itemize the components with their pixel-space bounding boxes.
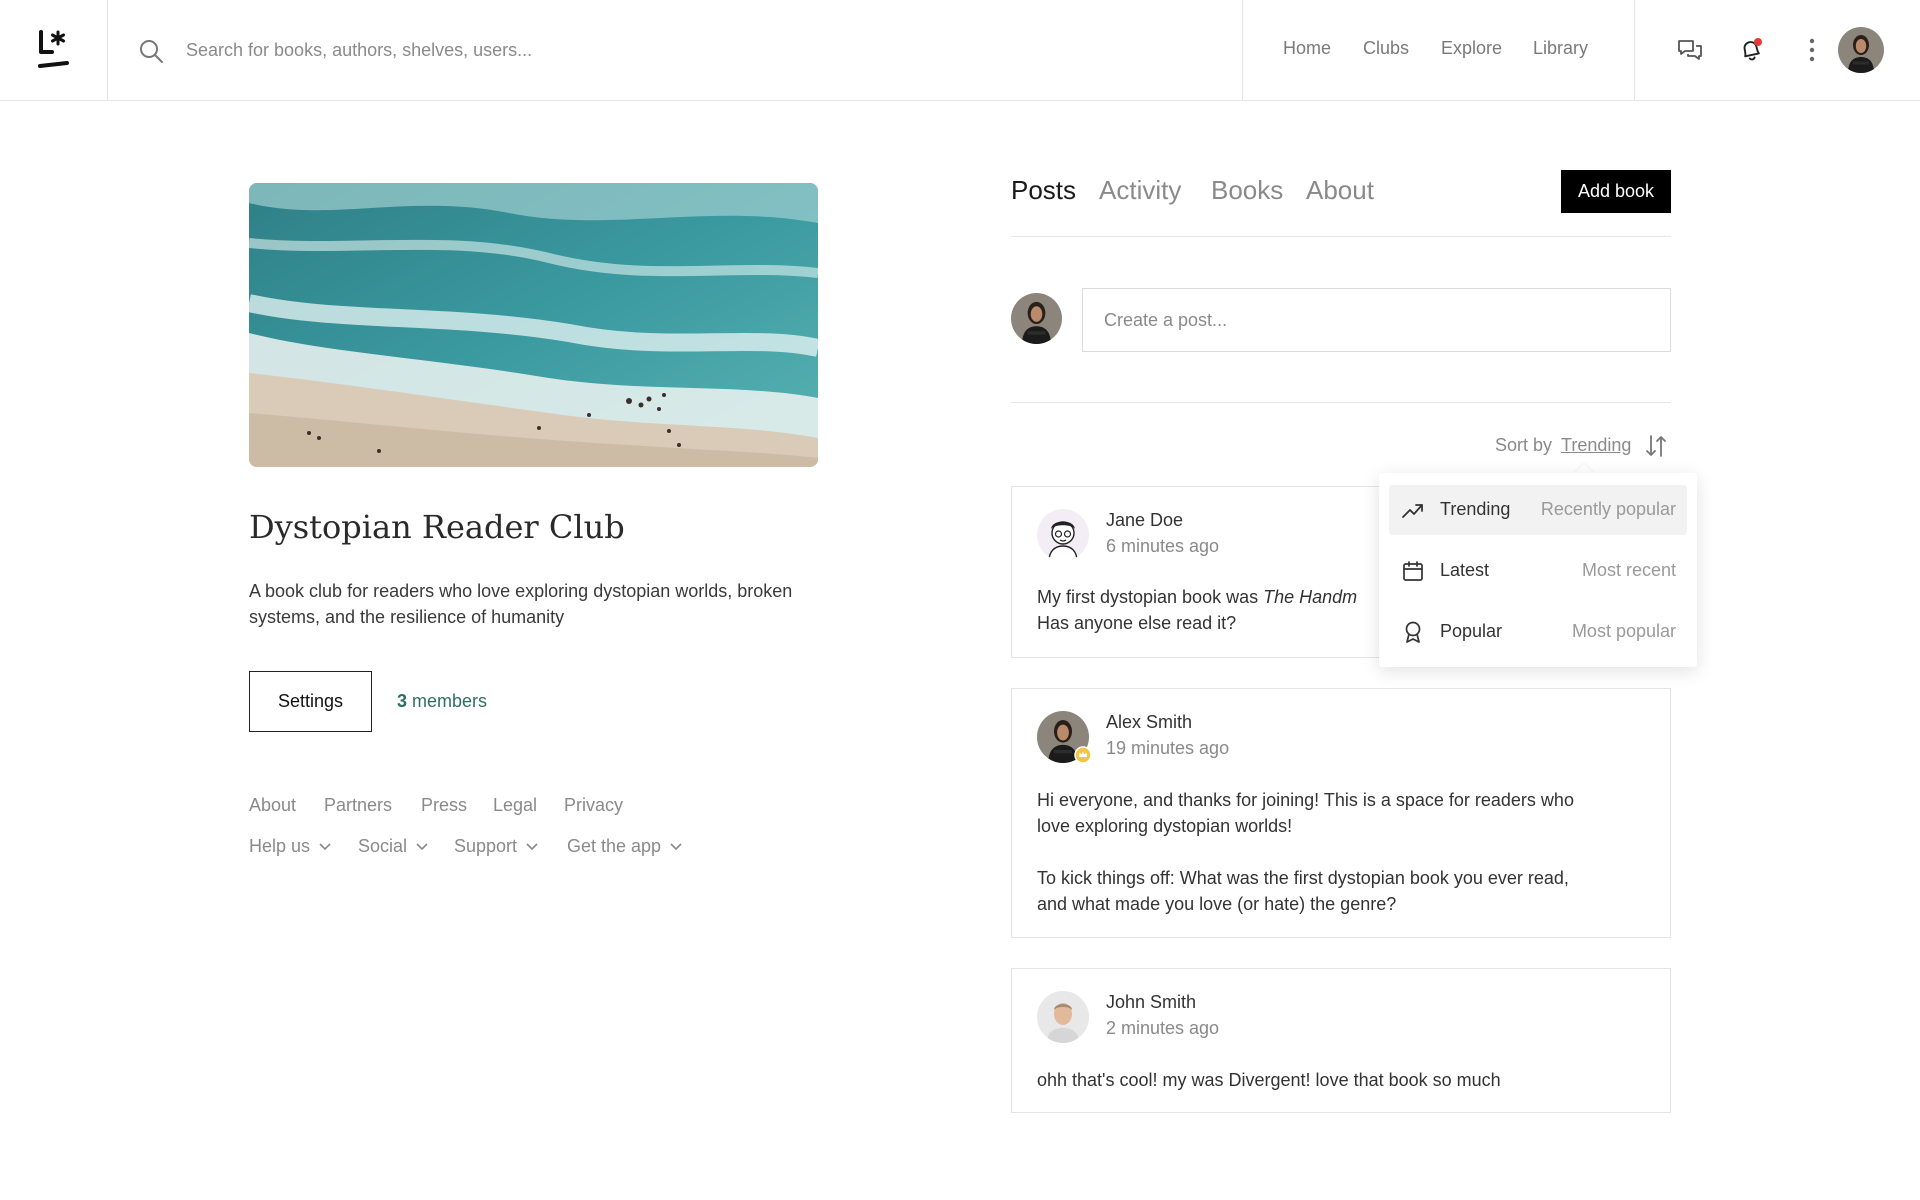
sort-option-hint: Recently popular (1540, 499, 1676, 519)
footer-press[interactable]: Press (421, 795, 467, 816)
top-header: Home Clubs Explore Library (0, 0, 1920, 101)
user-avatar[interactable] (1838, 27, 1884, 73)
footer-support-dropdown[interactable]: Support (454, 836, 539, 857)
footer-help-us-dropdown[interactable]: Help us (249, 836, 332, 857)
nav-clubs[interactable]: Clubs (1363, 38, 1409, 59)
chevron-down-icon (526, 842, 538, 850)
sort-label: Sort by (1495, 435, 1553, 455)
club-cover-image (249, 183, 818, 467)
calendar-icon (1403, 561, 1423, 581)
footer-get-the-app-dropdown[interactable]: Get the app (567, 836, 683, 857)
chevron-down-icon (319, 842, 331, 850)
settings-button[interactable]: Settings (249, 671, 372, 732)
photo-avatar-image (1037, 991, 1089, 1043)
post-body-line: and what made you love (or hate) the gen… (1037, 894, 1397, 914)
post-body-line: Hi everyone, and thanks for joining! Thi… (1037, 790, 1574, 810)
messages-button[interactable] (1674, 34, 1706, 66)
notifications-button[interactable] (1735, 34, 1767, 66)
post-card[interactable]: John Smith 2 minutes ago ohh that's cool… (1011, 968, 1671, 1113)
footer-legal[interactable]: Legal (493, 795, 537, 816)
footer-help-us-label: Help us (249, 836, 311, 856)
add-book-button[interactable]: Add book (1561, 170, 1671, 213)
notification-bell-icon (1743, 38, 1762, 61)
sort-selector[interactable]: Trending (1561, 435, 1631, 456)
search-icon (140, 40, 163, 63)
main-nav: Home Clubs Explore Library (1242, 0, 1635, 100)
post-timestamp: 2 minutes ago (1106, 1018, 1220, 1038)
illustrated-avatar-image (1037, 509, 1089, 561)
tabs-divider (1011, 236, 1671, 237)
members-link[interactable]: 3 members (397, 691, 487, 712)
sort-option-label: Trending (1440, 499, 1511, 519)
members-count: 3 (397, 691, 408, 711)
footer-partners[interactable]: Partners (324, 795, 392, 816)
post-body-line: love exploring dystopian worlds! (1037, 816, 1293, 836)
footer-support-label: Support (454, 836, 518, 856)
trending-up-icon (1402, 504, 1423, 518)
post-timestamp: 6 minutes ago (1106, 536, 1220, 556)
sort-option-trending[interactable]: Trending Recently popular (1389, 485, 1687, 535)
composer-avatar-image (1011, 293, 1062, 344)
search-bar (108, 0, 1242, 100)
post-author-name[interactable]: Alex Smith (1106, 712, 1192, 733)
post-card[interactable]: Alex Smith 19 minutes ago Hi everyone, a… (1011, 688, 1671, 938)
post-author-name[interactable]: John Smith (1106, 992, 1196, 1013)
create-post-input[interactable] (1082, 288, 1671, 352)
chevron-down-icon (416, 842, 428, 850)
nav-home[interactable]: Home (1283, 38, 1331, 59)
footer-privacy[interactable]: Privacy (564, 795, 623, 816)
logo[interactable] (0, 0, 108, 100)
tab-about[interactable]: About (1306, 175, 1374, 206)
tab-books[interactable]: Books (1211, 175, 1283, 206)
footer-social-dropdown[interactable]: Social (358, 836, 429, 857)
post-body: ohh that's cool! my was Divergent! love … (1037, 1070, 1501, 1090)
composer-avatar (1011, 293, 1062, 344)
award-icon (1405, 621, 1421, 643)
chat-icon (1678, 40, 1702, 60)
post-body: Hi everyone, and thanks for joining! Thi… (1037, 787, 1637, 917)
post-author-avatar[interactable] (1037, 509, 1089, 561)
more-options-button[interactable] (1796, 34, 1828, 66)
search-input[interactable] (186, 30, 1186, 70)
sort-option-hint: Most recent (1581, 560, 1676, 580)
sort-option-latest[interactable]: Latest Most recent (1389, 546, 1687, 596)
sort-option-hint: Most popular (1571, 621, 1676, 641)
crown-badge-icon (1074, 746, 1092, 764)
composer-divider (1011, 402, 1671, 403)
nav-explore[interactable]: Explore (1441, 38, 1502, 59)
sort-order-icon[interactable] (1643, 433, 1669, 459)
tab-activity[interactable]: Activity (1099, 175, 1181, 206)
tab-posts[interactable]: Posts (1011, 175, 1076, 206)
members-label: members (412, 691, 488, 711)
post-timestamp: 19 minutes ago (1106, 738, 1230, 758)
post-author-avatar[interactable] (1037, 991, 1089, 1043)
club-title: Dystopian Reader Club (249, 508, 625, 546)
sort-option-label: Popular (1440, 621, 1503, 641)
footer-get-the-app-label: Get the app (567, 836, 662, 856)
sort-dropdown-menu: Trending Recently popular Latest Most re… (1379, 473, 1697, 667)
beach-aerial-image (249, 183, 818, 467)
sort-option-label: Latest (1440, 560, 1490, 580)
post-body-line: To kick things off: What was the first d… (1037, 868, 1569, 888)
footer-about[interactable]: About (249, 795, 296, 816)
footer-social-label: Social (358, 836, 408, 856)
more-vertical-icon (1809, 38, 1815, 62)
post-author-name[interactable]: Jane Doe (1106, 510, 1183, 531)
nav-library[interactable]: Library (1533, 38, 1588, 59)
sort-option-popular[interactable]: Popular Most popular (1389, 607, 1687, 657)
post-body-text: My first dystopian book was (1037, 587, 1264, 607)
chevron-down-icon (670, 842, 682, 850)
book-title-italic: The Handm (1263, 587, 1358, 607)
club-description: A book club for readers who love explori… (249, 581, 793, 627)
user-avatar-image (1838, 27, 1884, 73)
logo-mark-icon (37, 30, 69, 68)
notification-dot (1754, 38, 1762, 46)
